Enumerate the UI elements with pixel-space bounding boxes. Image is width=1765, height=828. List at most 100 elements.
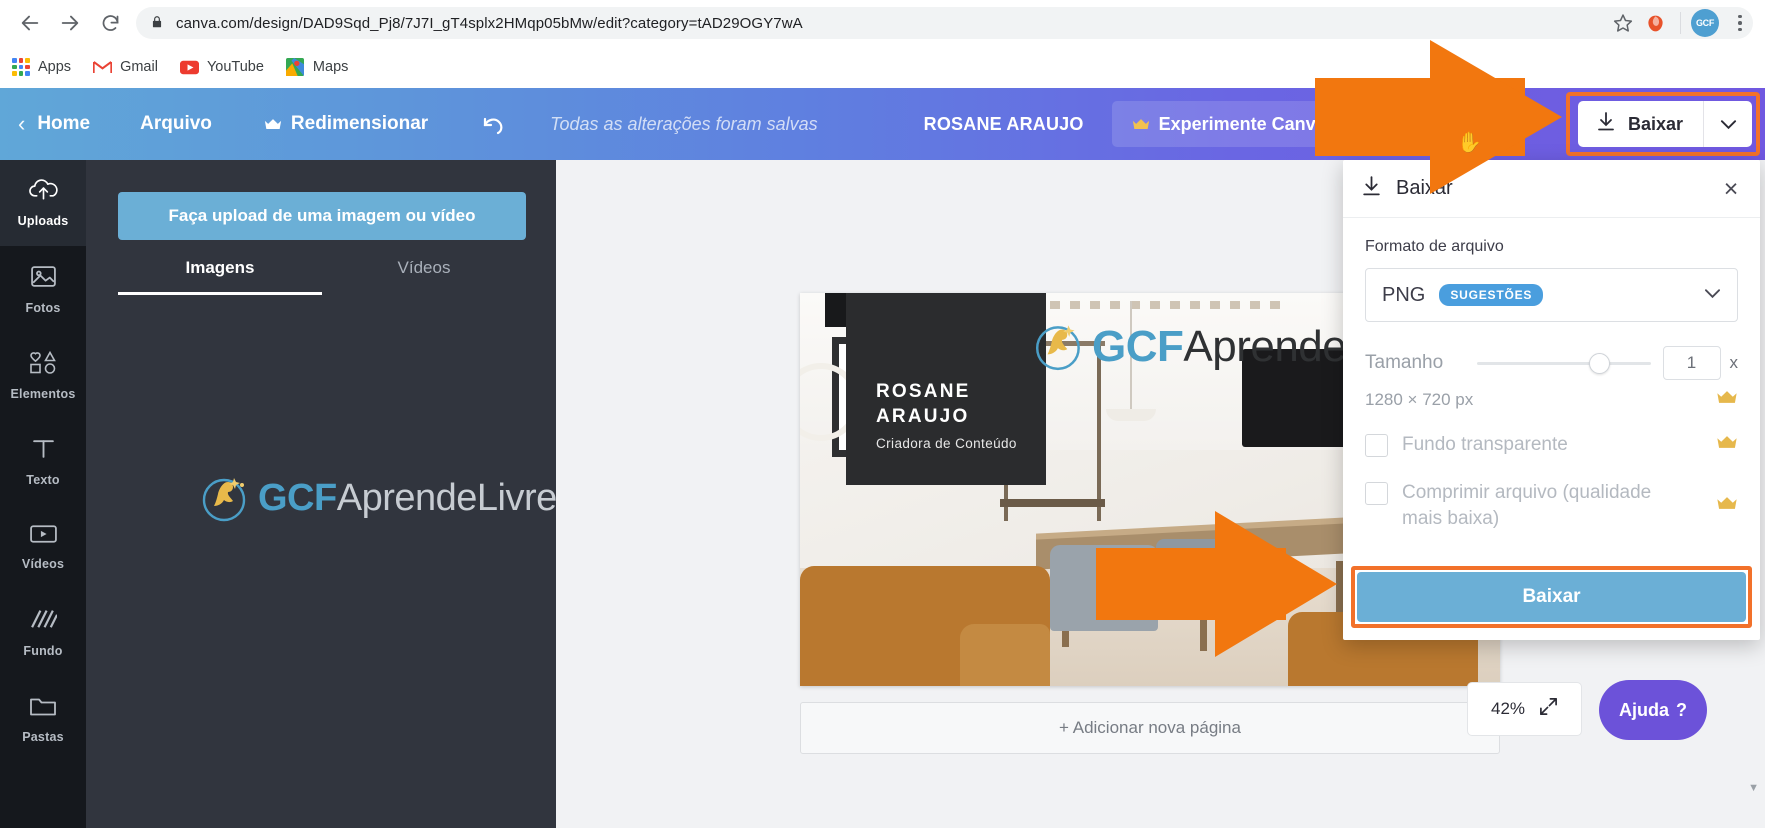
bookmark-label: Maps [312,59,349,75]
design-title[interactable]: ROSANE ARAUJO [924,114,1084,135]
back-arrow-icon[interactable] [10,3,50,43]
bookmark-youtube[interactable]: YouTube [179,53,264,81]
chevron-down-icon[interactable] [1704,101,1752,147]
bookmark-label: YouTube [206,59,264,75]
forward-arrow-icon[interactable] [50,3,90,43]
sidebar-item-label: Fotos [25,300,61,315]
crown-icon [1716,435,1738,455]
video-icon [29,523,58,550]
upload-media-button[interactable]: Faça upload de uma imagem ou vídeo [118,192,526,240]
sidebar-item-label: Uploads [17,214,69,228]
expand-arrows-icon[interactable] [1539,697,1558,721]
chrome-divider [1680,12,1681,34]
scrollbar-arrow-icon[interactable]: ▼ [1748,782,1759,794]
left-rail: Uploads Fotos Elementos Texto Vídeos Fun… [0,160,86,828]
bookmark-apps[interactable]: Apps [12,53,71,81]
uploaded-image-thumbnail[interactable]: GCFAprendeLivre® [198,468,568,529]
home-button[interactable]: ‹ Home [18,111,90,137]
size-label: Tamanho [1365,352,1444,373]
arquivo-menu[interactable]: Arquivo [140,113,212,135]
arquivo-label: Arquivo [140,113,212,134]
bookmark-maps[interactable]: Maps [286,53,348,81]
address-bar[interactable]: canva.com/design/DAD9Sqd_Pj8/7J7I_gT4spl… [136,7,1753,39]
dimensions-label: 1280 × 720 px [1365,390,1474,409]
overlay-brand-light: Aprende [1183,321,1347,371]
sidebar-item-label: Fundo [23,644,63,658]
thumbnail-brand-light: AprendeLivre [336,477,558,519]
lock-icon [150,15,166,31]
help-button[interactable]: Ajuda ? [1599,680,1707,740]
maps-icon [286,58,305,77]
size-multiplier-input[interactable]: 1 [1662,346,1721,380]
shapes-icon [28,350,58,380]
file-format-value: PNG [1382,283,1426,306]
compress-file-checkbox[interactable] [1365,482,1388,506]
save-status: Todas as alterações foram salvas [550,113,818,134]
redimensionar-label: Redimensionar [290,113,429,134]
crown-icon [1716,496,1738,516]
kebab-menu-icon[interactable] [1725,6,1755,40]
extension-icon[interactable] [1640,8,1670,38]
sidebar-item-texto[interactable]: Texto [0,418,86,504]
sidebar-item-fundo[interactable]: Fundo [0,590,86,676]
cloud-upload-icon [28,178,58,207]
download-icon [1361,175,1382,203]
transparent-background-checkbox[interactable] [1365,434,1388,457]
download-icon [1596,111,1616,137]
download-options-panel: Baixar × Formato de arquivo PNG SUGESTÕE… [1343,160,1760,640]
design-name-line1: ROSANE [876,381,971,402]
crown-icon [1716,390,1738,410]
reload-icon[interactable] [90,3,130,43]
tab-videos[interactable]: Vídeos [322,258,526,295]
download-confirm-button[interactable]: Baixar [1357,572,1746,622]
gcf-mascot-icon [198,468,254,529]
overlay-brand-bold: GCF [1092,321,1184,371]
avatar[interactable]: GCF [1691,9,1719,37]
close-icon[interactable]: × [1718,175,1744,203]
bookmark-gmail[interactable]: Gmail [93,53,158,81]
suggestion-badge: SUGESTÕES [1439,284,1544,306]
crown-icon [264,118,282,131]
thumbnail-brand-bold: GCF [258,477,337,519]
star-icon[interactable] [1606,6,1640,40]
sidebar-item-pastas[interactable]: Pastas [0,676,86,762]
mouse-cursor-icon: ✋ [1457,132,1482,154]
compress-file-label: Comprimir arquivo (qualidade mais baixa) [1402,482,1652,530]
size-unit-label: x [1729,353,1739,372]
gmail-icon [93,58,113,77]
redimensionar-button[interactable]: Redimensionar [264,113,428,135]
sidebar-item-uploads[interactable]: Uploads [0,160,86,246]
background-hatch-icon [30,608,58,637]
apps-grid-icon [12,58,30,76]
file-format-select[interactable]: PNG SUGESTÕES [1365,268,1738,322]
chevron-left-icon: ‹ [18,111,26,136]
zoom-control[interactable]: 42% [1467,682,1582,736]
size-slider[interactable] [1477,353,1651,374]
crown-icon [1132,118,1150,131]
tab-imagens[interactable]: Imagens [118,258,322,295]
compress-file-row[interactable]: Comprimir arquivo (qualidade mais baixa) [1365,480,1738,532]
uploads-panel: Faça upload de uma imagem ou vídeo Image… [86,160,568,828]
chevron-down-icon[interactable] [1704,286,1721,304]
slider-knob[interactable] [1589,353,1610,374]
slider-track [1477,362,1651,365]
sidebar-item-videos[interactable]: Vídeos [0,504,86,590]
download-button[interactable]: Baixar [1578,101,1703,147]
zoom-level-label: 42% [1490,699,1526,718]
omnibox-actions: GCF [1606,0,1765,46]
add-new-page-button[interactable]: + Adicionar nova página [800,702,1500,754]
sidebar-item-label: Elementos [10,386,76,401]
transparent-background-row[interactable]: Fundo transparente [1365,432,1738,458]
url-text: canva.com/design/DAD9Sqd_Pj8/7J7I_gT4spl… [176,14,803,32]
file-format-label: Formato de arquivo [1365,238,1504,255]
sidebar-item-fotos[interactable]: Fotos [0,246,86,332]
design-name-line2: ARAUJO [876,406,970,428]
sidebar-item-elementos[interactable]: Elementos [0,332,86,418]
download-panel-body: Formato de arquivo PNG SUGESTÕES Tamanho… [1343,218,1760,533]
download-button-group[interactable]: Baixar [1577,101,1752,147]
size-control-row: Tamanho 1 x [1365,346,1738,380]
youtube-icon [179,58,199,77]
gcf-mascot-icon [1030,315,1090,378]
home-label: Home [37,113,91,134]
undo-icon[interactable] [478,112,506,136]
